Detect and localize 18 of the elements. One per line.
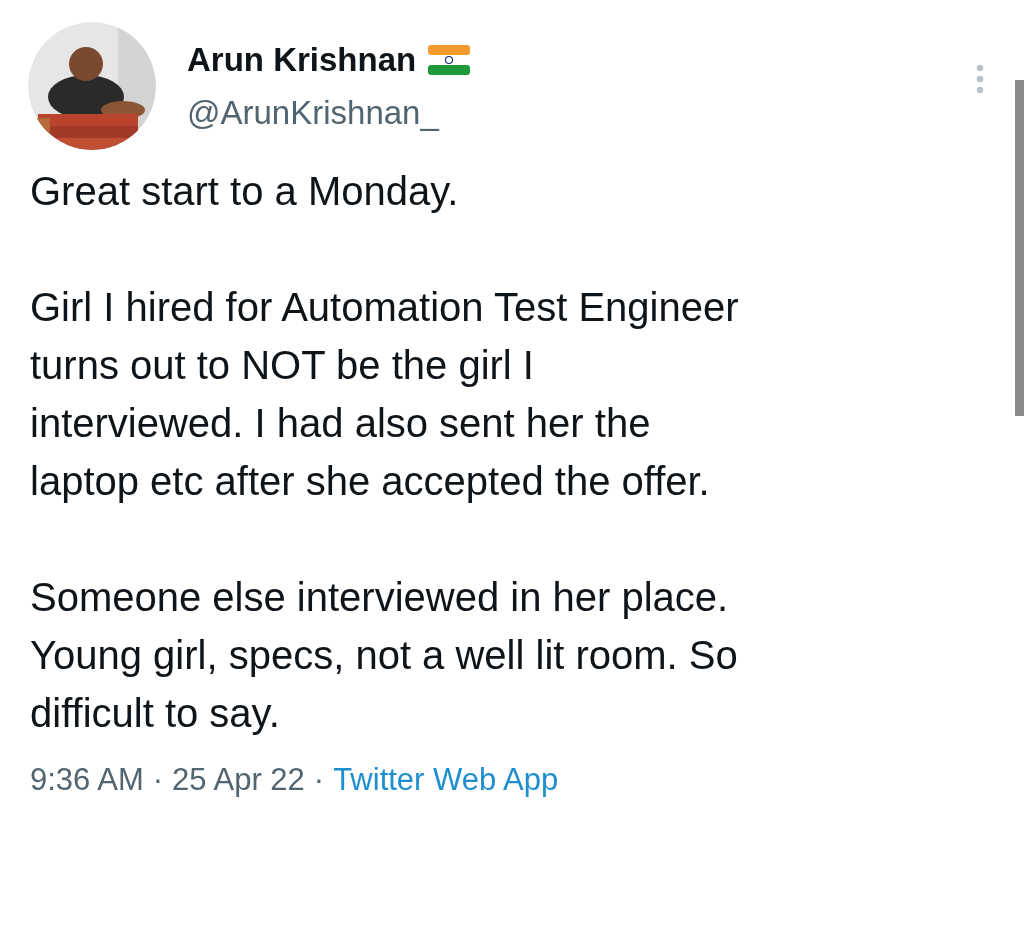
tweet-text-line: laptop etc after she accepted the offer. <box>30 458 710 505</box>
scrollbar[interactable] <box>1015 80 1024 416</box>
tweet-text-line: Girl I hired for Automation Test Engineer <box>30 284 739 331</box>
tweet-text-line: difficult to say. <box>30 690 280 737</box>
more-options-icon[interactable] <box>976 64 984 94</box>
separator-dot: · <box>152 761 164 799</box>
tweet-date: 25 Apr 22 <box>172 761 305 799</box>
flag-icon <box>428 45 471 75</box>
tweet-text-line: interviewed. I had also sent her the <box>30 400 651 447</box>
source-link[interactable]: Twitter Web App <box>333 760 559 800</box>
separator-dot: · <box>313 761 325 799</box>
tweet-time: 9:36 AM <box>30 761 144 799</box>
author-handle[interactable]: @ArunKrishnan_ <box>187 93 976 133</box>
tweet-text-line: Great start to a Monday. <box>30 168 459 215</box>
tweet-text-line: Young girl, specs, not a well lit room. So <box>30 632 738 679</box>
tweet-text-line: turns out to NOT be the girl I <box>30 342 534 389</box>
tweet-text-line: Someone else interviewed in her place. <box>30 574 729 621</box>
author-name[interactable]: Arun Krishnan <box>187 40 417 80</box>
